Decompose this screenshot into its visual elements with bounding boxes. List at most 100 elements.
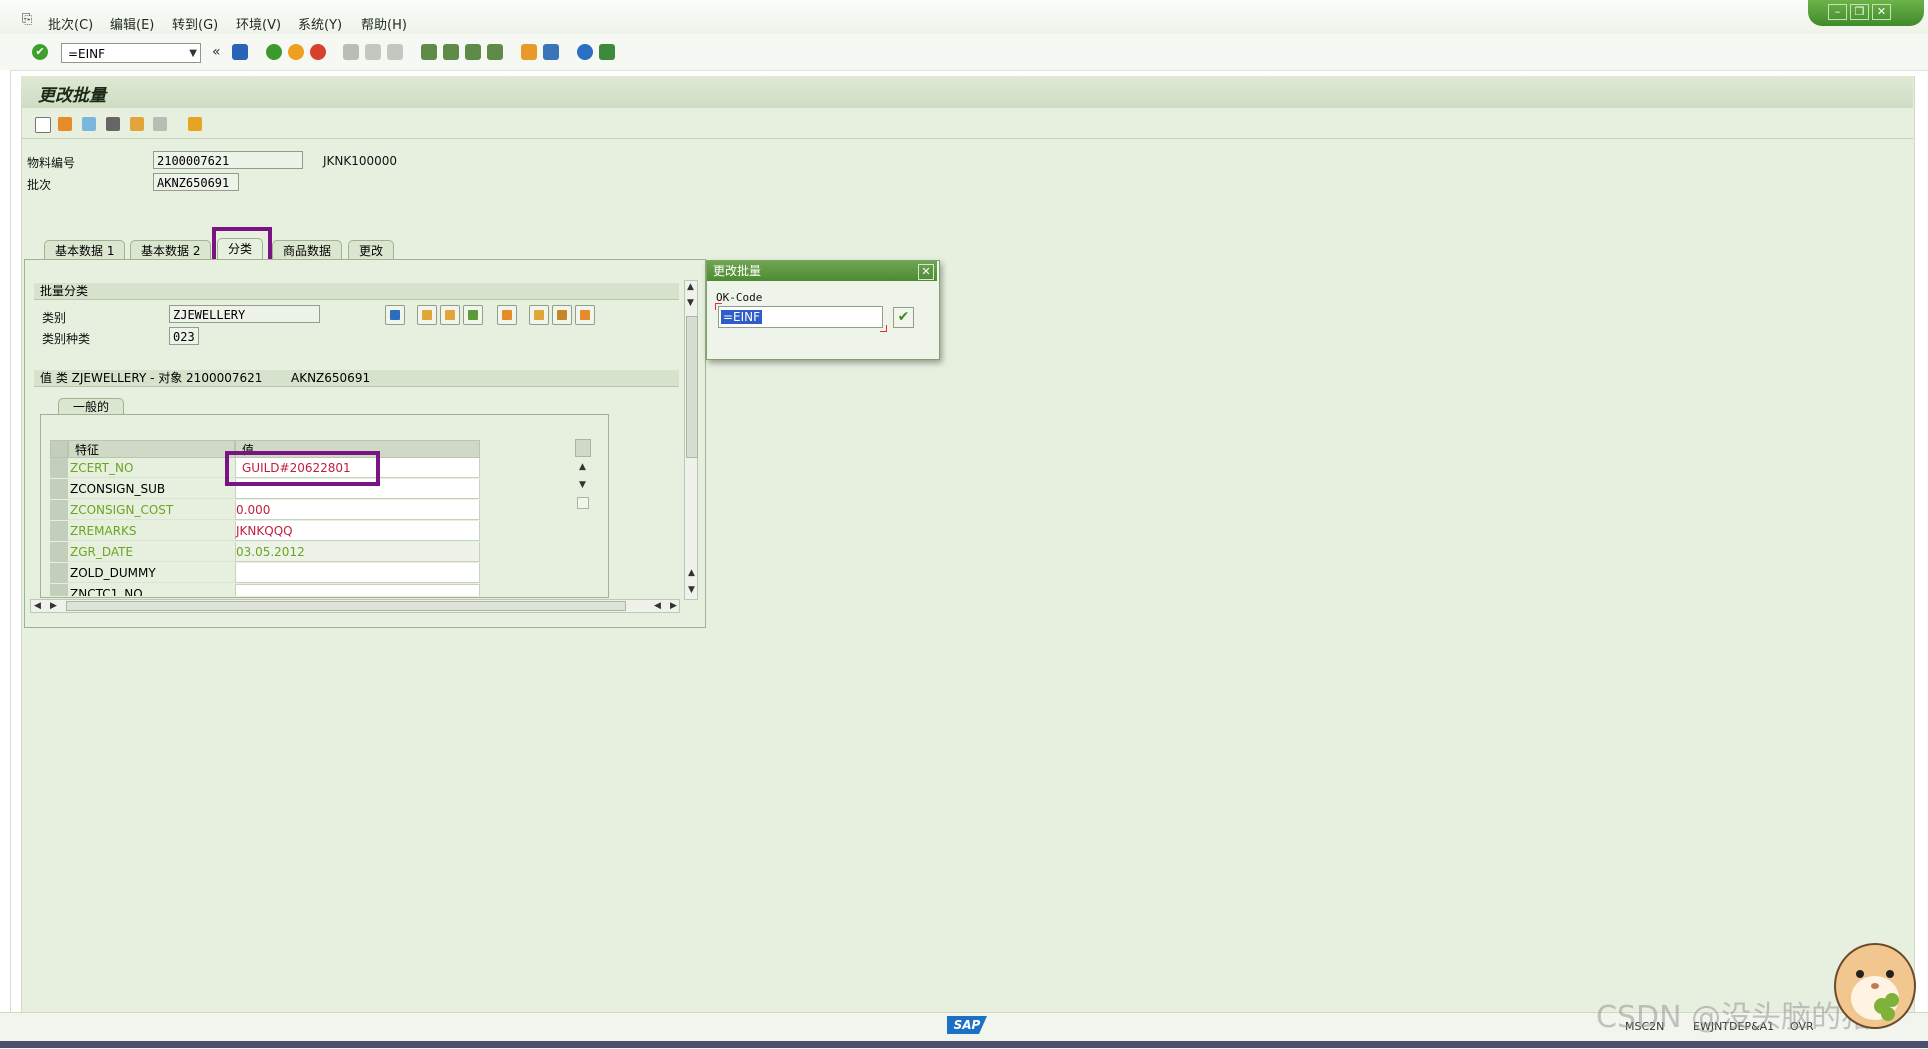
delete-icon[interactable] (153, 117, 167, 131)
table-scroll-up-2-icon[interactable]: ▲ (688, 568, 695, 578)
tab-changes[interactable]: 更改 (348, 240, 395, 260)
row-selector[interactable] (50, 542, 68, 563)
menu-system[interactable]: 系统(Y) (298, 14, 342, 33)
tab-basic-data-1[interactable]: 基本数据 1 (44, 240, 126, 260)
screen-menu-icon[interactable]: ⎘ (22, 12, 32, 27)
row-selector[interactable] (50, 521, 68, 542)
column-characteristic: 特征 (68, 440, 235, 458)
value-cell[interactable]: 03.05.2012 (235, 542, 480, 562)
last-page-icon[interactable] (487, 44, 503, 60)
print-icon[interactable] (343, 44, 359, 60)
material-label: 物料编号 (27, 156, 76, 170)
scroll-up-icon[interactable]: ▲ (687, 282, 694, 292)
page-title: 更改批量 (38, 86, 106, 106)
table-row: ZCONSIGN_COST (68, 500, 235, 520)
table-scroll-thumb[interactable] (577, 497, 589, 509)
create-icon[interactable] (35, 117, 51, 133)
transfer-button[interactable] (575, 305, 595, 325)
table-config-icon[interactable] (575, 439, 591, 457)
tab-general[interactable]: 一般的 (58, 398, 125, 415)
prev-page-icon[interactable] (443, 44, 459, 60)
values-header-batch: AKNZ650691 (291, 371, 371, 385)
copy-values-button[interactable] (497, 305, 517, 325)
taskbar-strip (0, 1041, 1928, 1048)
lock-button[interactable] (440, 305, 460, 325)
cancel-icon[interactable] (310, 44, 326, 60)
batch-field[interactable]: AKNZ650691 (153, 173, 239, 191)
help-icon[interactable] (577, 44, 593, 60)
table-scroll-down-icon[interactable]: ▼ (579, 480, 586, 490)
scroll-left-2-icon[interactable]: ◀ (654, 601, 661, 611)
table-scroll-up-icon[interactable]: ▲ (579, 462, 586, 472)
minimize-icon[interactable]: – (1828, 4, 1847, 20)
value-cell[interactable] (235, 563, 480, 583)
close-window-icon[interactable]: ✕ (1872, 4, 1891, 20)
column-header-selector[interactable] (50, 440, 68, 458)
menu-edit[interactable]: 编辑(E) (110, 14, 154, 33)
row-selector[interactable] (50, 458, 68, 479)
scroll-right-2-icon[interactable]: ▶ (670, 601, 677, 611)
scroll-down-icon[interactable]: ▼ (687, 298, 694, 308)
menu-bar (0, 0, 1928, 35)
close-icon[interactable]: ✕ (918, 264, 934, 280)
class-type-field[interactable]: 023 (169, 327, 199, 345)
values-header-text: 值 类 ZJEWELLERY - 对象 2100007621 (40, 371, 263, 385)
value-cell[interactable]: 0.000 (235, 500, 480, 520)
delete-assignment-button[interactable] (385, 305, 405, 325)
edit-button[interactable] (417, 305, 437, 325)
grid-button[interactable] (529, 305, 549, 325)
enter-icon[interactable]: ✔ (32, 44, 48, 60)
tab-material-data[interactable]: 商品数据 (272, 240, 343, 260)
class-label: 类别 (42, 311, 67, 325)
row-selector[interactable] (50, 479, 68, 500)
copy-icon[interactable] (58, 117, 72, 131)
menu-help[interactable]: 帮助(H) (361, 14, 407, 33)
change-icon[interactable] (82, 117, 96, 131)
collapse-icon[interactable]: « (212, 44, 221, 60)
exit-icon[interactable] (288, 44, 304, 60)
next-page-icon[interactable] (465, 44, 481, 60)
left-edge (0, 70, 11, 1048)
menu-environment[interactable]: 环境(V) (236, 14, 281, 33)
value-cell[interactable]: JKNKQQQ (235, 521, 480, 541)
class-field[interactable]: ZJEWELLERY (169, 305, 320, 323)
find-next-icon[interactable] (387, 44, 403, 60)
check-button[interactable] (463, 305, 483, 325)
table-scroll-down-2-icon[interactable]: ▼ (688, 585, 695, 595)
back-icon[interactable] (266, 44, 282, 60)
first-page-icon[interactable] (421, 44, 437, 60)
confirm-button[interactable]: ✔ (893, 307, 914, 328)
shortcut-icon[interactable] (543, 44, 559, 60)
tab-basic-data-2[interactable]: 基本数据 2 (130, 240, 212, 260)
table-button[interactable] (552, 305, 572, 325)
scroll-right-icon[interactable]: ▶ (50, 601, 57, 611)
find-icon[interactable] (365, 44, 381, 60)
restore-icon[interactable]: ❐ (1850, 4, 1869, 20)
application-toolbar (21, 110, 1913, 139)
material-description: JKNK100000 (323, 154, 398, 168)
table-row: ZNCTC1_NO (70, 587, 143, 596)
value-highlight-box (225, 451, 380, 486)
material-field[interactable]: 2100007621 (153, 151, 303, 169)
where-used-icon[interactable] (130, 117, 144, 131)
row-selector[interactable] (50, 500, 68, 521)
layout-icon[interactable] (599, 44, 615, 60)
value-cell[interactable] (235, 584, 480, 596)
title-bar (21, 76, 1913, 108)
settings-icon[interactable] (188, 117, 202, 131)
horizontal-scroll-thumb[interactable] (66, 601, 626, 611)
scroll-left-icon[interactable]: ◀ (34, 601, 41, 611)
scroll-thumb[interactable] (686, 316, 698, 458)
command-field[interactable]: =EINF ▼ (61, 43, 201, 63)
display-change-icon[interactable] (106, 117, 120, 131)
row-selector[interactable] (50, 563, 68, 584)
dialog-title: 更改批量 (707, 261, 937, 281)
menu-batch[interactable]: 批次(C) (48, 14, 93, 33)
save-icon[interactable] (232, 44, 248, 60)
chevron-down-icon[interactable]: ▼ (189, 44, 197, 64)
menu-goto[interactable]: 转到(G) (172, 14, 218, 33)
table-row: ZGR_DATE (68, 542, 235, 562)
okcode-label: OK-Code (716, 291, 763, 304)
okcode-input-value: =EINF (721, 310, 763, 324)
new-session-icon[interactable] (521, 44, 537, 60)
